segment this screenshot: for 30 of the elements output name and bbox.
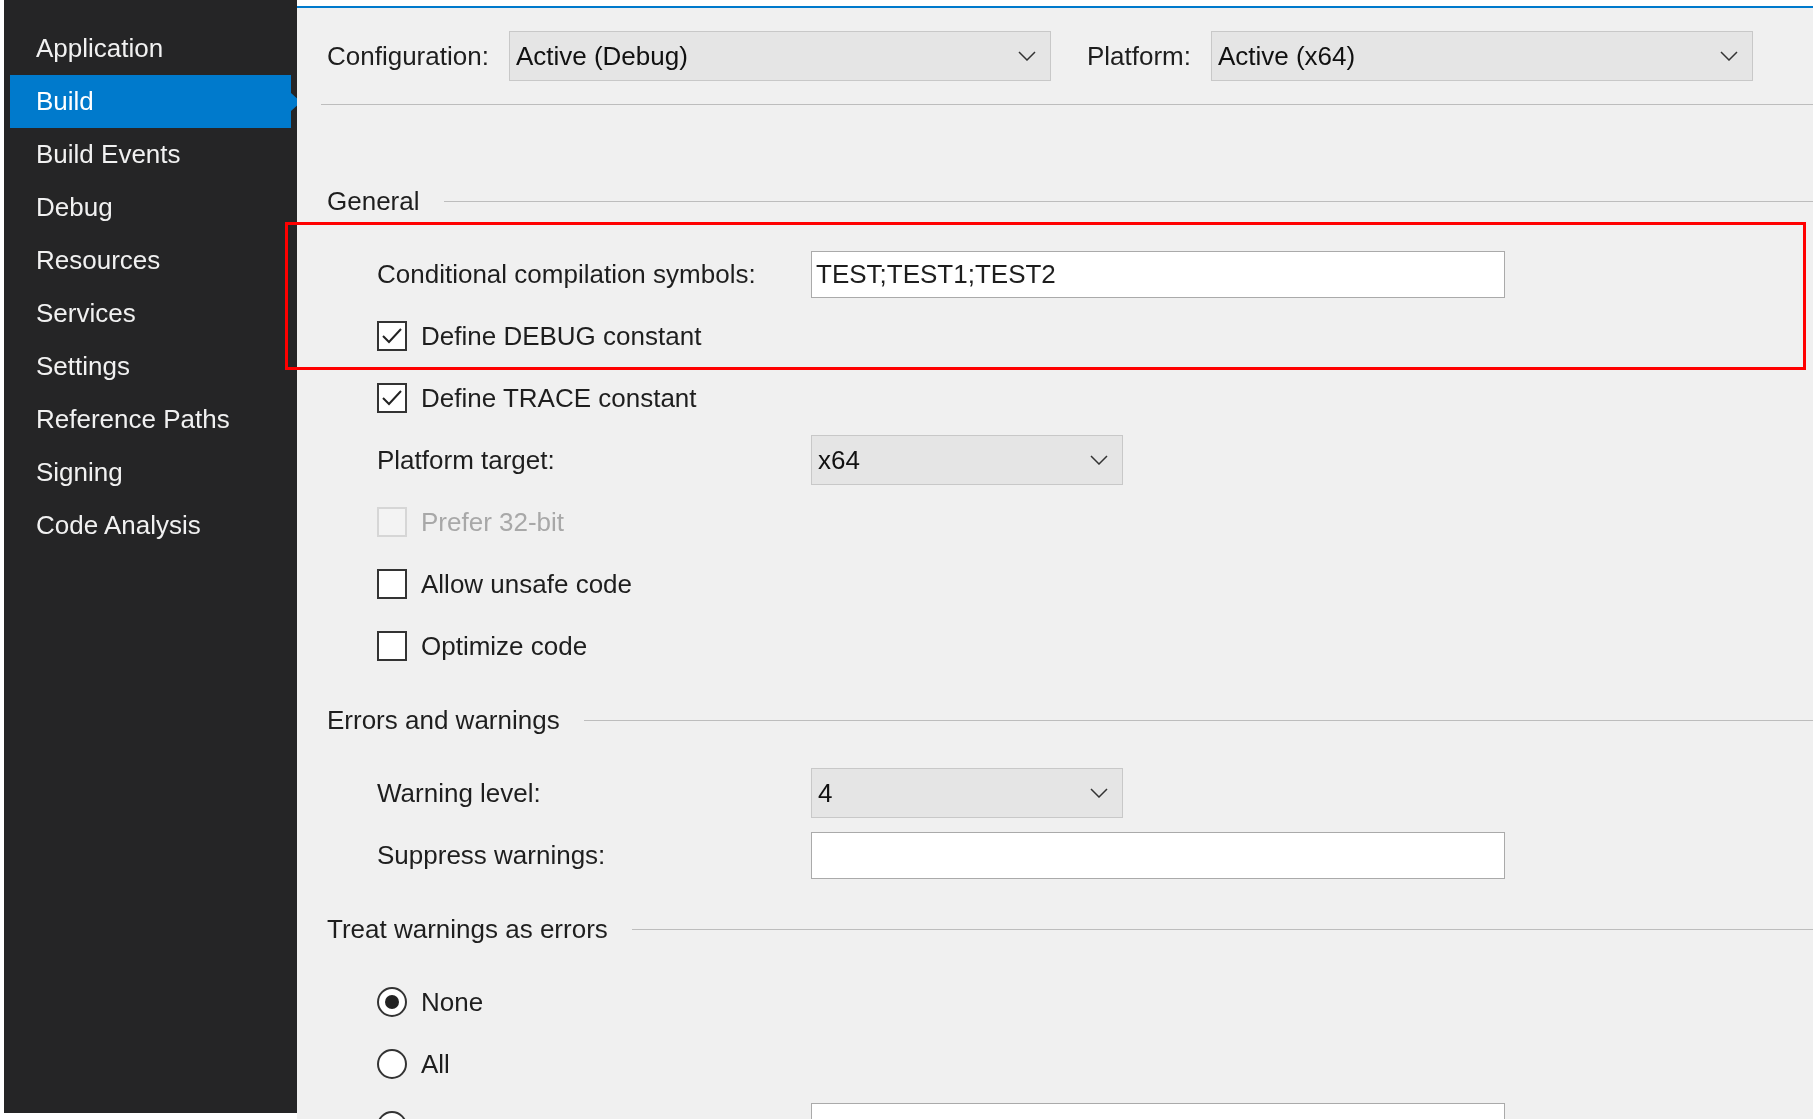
dropdown[interactable]: 4 [811,768,1123,818]
sidebar-item[interactable]: Debug [10,181,291,234]
checkbox-label: Allow unsafe code [421,567,633,601]
field-label: Warning level: [377,776,542,810]
sidebar-item[interactable]: Services [10,287,291,340]
section-heading: Errors and warnings [327,703,560,737]
dropdown[interactable]: x64 [811,435,1123,485]
input-field[interactable]: TEST;TEST1;TEST2 [811,250,1505,298]
dropdown[interactable]: Active (x64) [1210,31,1753,81]
sidebar-item[interactable]: Settings [10,340,291,393]
field-label: Conditional compilation symbols: [377,257,757,291]
sidebar-item[interactable]: Signing [10,446,291,499]
radio-label: None [421,985,484,1019]
section-heading: Treat warnings as errors [327,912,608,946]
configuration-label: Configuration: [327,39,489,73]
field-label: Platform target: [377,443,556,477]
field-label: Suppress warnings: [377,838,607,872]
radio-label: All [421,1047,450,1081]
platform-label: Platform: [1086,39,1191,73]
dropdown[interactable]: Active (Debug) [508,31,1051,81]
checkbox-label: Define DEBUG constant [421,319,702,353]
checkbox-label: Optimize code [421,629,588,663]
sidebar-item[interactable]: Build Events [10,128,291,181]
sidebar-item[interactable]: Reference Paths [10,393,291,446]
sidebar-item[interactable]: Application [10,22,291,75]
section-heading: General [327,184,420,218]
checkbox-label: Prefer 32-bit [421,505,565,539]
sidebar-item[interactable]: Code Analysis [10,499,291,552]
sidebar-item[interactable]: Resources [10,234,291,287]
checkbox-label: Define TRACE constant [421,381,697,415]
